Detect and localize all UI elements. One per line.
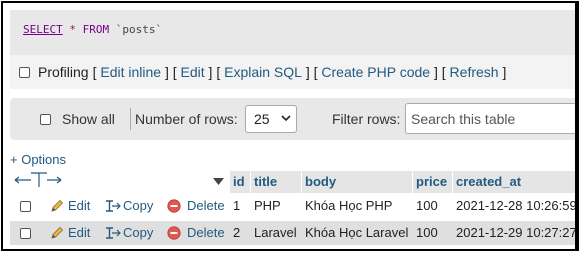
options-link[interactable]: + Options <box>10 152 66 167</box>
profiling-label: Profiling <box>38 64 89 80</box>
profiling-checkbox[interactable] <box>19 66 30 78</box>
column-header-id[interactable]: id <box>230 171 250 193</box>
edit-query-link[interactable]: Edit <box>181 64 205 80</box>
copy-icon <box>106 200 121 212</box>
pencil-icon <box>51 199 64 212</box>
column-header-price[interactable]: price <box>413 171 452 193</box>
delete-label: Delete <box>187 225 225 240</box>
column-header-created-at[interactable]: created_at <box>453 171 575 193</box>
sql-select-keyword[interactable]: SELECT <box>23 23 63 36</box>
number-of-rows-label: Number of rows: <box>135 111 238 127</box>
copy-label: Copy <box>123 198 154 213</box>
explain-sql-link[interactable]: Explain SQL <box>224 64 302 80</box>
edit-inline-link[interactable]: Edit inline <box>100 64 161 80</box>
row-select-checkbox[interactable] <box>20 228 31 239</box>
show-all-checkbox[interactable] <box>40 114 51 125</box>
phpmyadmin-browse-panel: SELECT * FROM `posts` Profiling [ Edit i… <box>1 1 579 251</box>
delete-icon <box>167 199 181 213</box>
sql-query-text: SELECT * FROM `posts` <box>23 23 162 36</box>
table-header-row: id title body price created_at <box>10 171 575 193</box>
cell-title[interactable]: PHP <box>254 194 281 218</box>
refresh-link[interactable]: Refresh <box>450 64 499 80</box>
chevron-down-icon <box>281 115 291 122</box>
sql-from-keyword: FROM <box>82 23 110 36</box>
column-header-title[interactable]: title <box>251 171 301 193</box>
edit-label: Edit <box>68 225 91 240</box>
table-navigation-panel: Show all Number of rows: 25 Filter rows: <box>10 98 575 140</box>
row-select-checkbox[interactable] <box>20 201 31 212</box>
cell-price[interactable]: 100 <box>416 194 438 218</box>
column-header-body[interactable]: body <box>302 171 412 193</box>
sql-query-box: SELECT * FROM `posts` <box>10 10 575 55</box>
delete-icon <box>167 226 181 240</box>
show-all-label[interactable]: Show all <box>62 111 115 127</box>
table-row: Edit Copy Delete 2 Laravel Khóa Học Lara… <box>10 221 575 245</box>
number-of-rows-select[interactable]: 25 <box>245 105 297 133</box>
filter-rows-search-input[interactable] <box>405 103 575 134</box>
pencil-icon <box>51 226 64 239</box>
cell-created-at[interactable]: 2021-12-28 10:26:59 <box>456 194 575 218</box>
edit-label: Edit <box>68 198 91 213</box>
cell-price[interactable]: 100 <box>416 221 438 245</box>
sql-table-name: `posts` <box>115 23 163 36</box>
sql-star-operator: * <box>69 23 76 36</box>
cell-body[interactable]: Khóa Học PHP <box>305 194 392 218</box>
rows-select-value: 25 <box>254 111 270 127</box>
delete-label: Delete <box>187 198 225 213</box>
filter-rows-label: Filter rows: <box>332 111 401 127</box>
profiling-toolbar: Profiling [ Edit inline ] [ Edit ] [ Exp… <box>10 55 575 89</box>
nav-divider <box>130 108 131 130</box>
cell-id[interactable]: 1 <box>233 194 240 218</box>
cell-body[interactable]: Khóa Học Laravel <box>305 221 408 245</box>
cell-id[interactable]: 2 <box>233 221 240 245</box>
create-php-code-link[interactable]: Create PHP code <box>321 64 430 80</box>
copy-icon <box>106 227 121 239</box>
cell-created-at[interactable]: 2021-12-29 10:27:27 <box>456 221 575 245</box>
table-row: Edit Copy Delete 1 PHP Khóa Học PHP 100 … <box>10 194 575 218</box>
copy-label: Copy <box>123 225 154 240</box>
cell-title[interactable]: Laravel <box>254 221 297 245</box>
sort-dropdown-triangle-icon[interactable] <box>213 178 224 186</box>
column-move-arrows-icon <box>14 172 62 187</box>
